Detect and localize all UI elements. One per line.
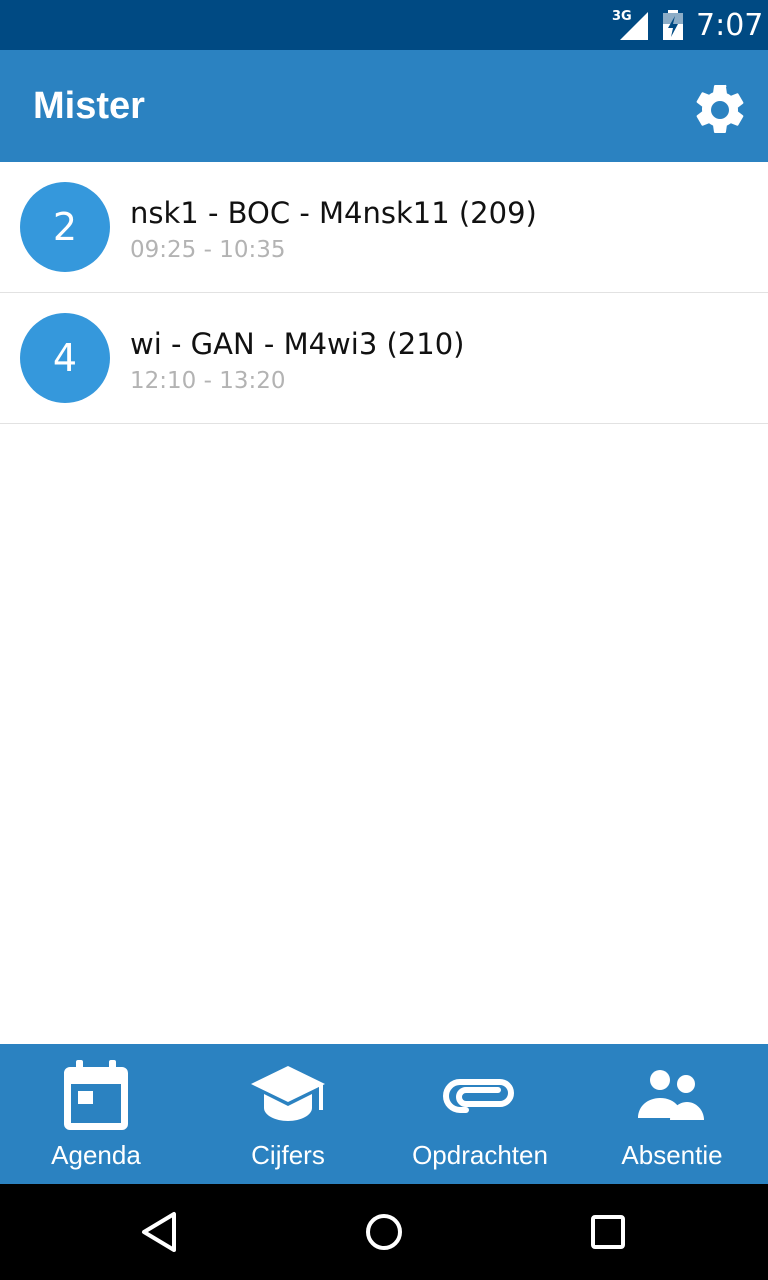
lesson-hour-badge: 4: [20, 313, 110, 403]
calendar-icon: [64, 1060, 128, 1130]
lesson-hour-badge: 2: [20, 182, 110, 272]
nav-item-opdrachten[interactable]: Opdrachten: [384, 1044, 576, 1184]
back-icon[interactable]: [136, 1208, 184, 1256]
gear-icon: [696, 84, 744, 133]
paperclip-icon: [443, 1079, 514, 1113]
nav-item-cijfers[interactable]: Cijfers: [192, 1044, 384, 1184]
status-clock: 7:07: [696, 8, 764, 43]
recents-icon[interactable]: [584, 1208, 632, 1256]
lesson-time: 12:10 - 13:20: [130, 368, 286, 394]
home-icon[interactable]: [360, 1208, 408, 1256]
list-item[interactable]: 2 nsk1 - BOC - M4nsk11 (209) 09:25 - 10:…: [0, 162, 768, 293]
nav-item-absentie[interactable]: Absentie: [576, 1044, 768, 1184]
status-bar: 3G 7:07: [0, 0, 768, 50]
nav-label: Agenda: [51, 1140, 141, 1170]
list-item[interactable]: 4 wi - GAN - M4wi3 (210) 12:10 - 13:20: [0, 293, 768, 424]
bottom-navigation: Agenda Cijfers Opdrachten Absentie: [0, 1044, 768, 1184]
nav-item-agenda[interactable]: Agenda: [0, 1044, 192, 1184]
nav-label: Absentie: [621, 1140, 723, 1170]
nav-label: Opdrachten: [412, 1140, 548, 1170]
app-title: Mister: [33, 85, 145, 127]
battery-charging-icon: [663, 10, 683, 40]
system-navigation-bar: [0, 1184, 768, 1280]
signal-icon: [620, 12, 648, 40]
lesson-title: nsk1 - BOC - M4nsk11 (209): [130, 196, 537, 230]
lesson-title: wi - GAN - M4wi3 (210): [130, 327, 465, 361]
people-icon: [638, 1070, 704, 1120]
graduation-cap-icon: [251, 1066, 325, 1121]
nav-label: Cijfers: [251, 1140, 325, 1170]
lesson-list: 2 nsk1 - BOC - M4nsk11 (209) 09:25 - 10:…: [0, 162, 768, 424]
app-bar: Mister: [0, 50, 768, 162]
settings-button[interactable]: [690, 80, 750, 140]
lesson-time: 09:25 - 10:35: [130, 237, 286, 263]
